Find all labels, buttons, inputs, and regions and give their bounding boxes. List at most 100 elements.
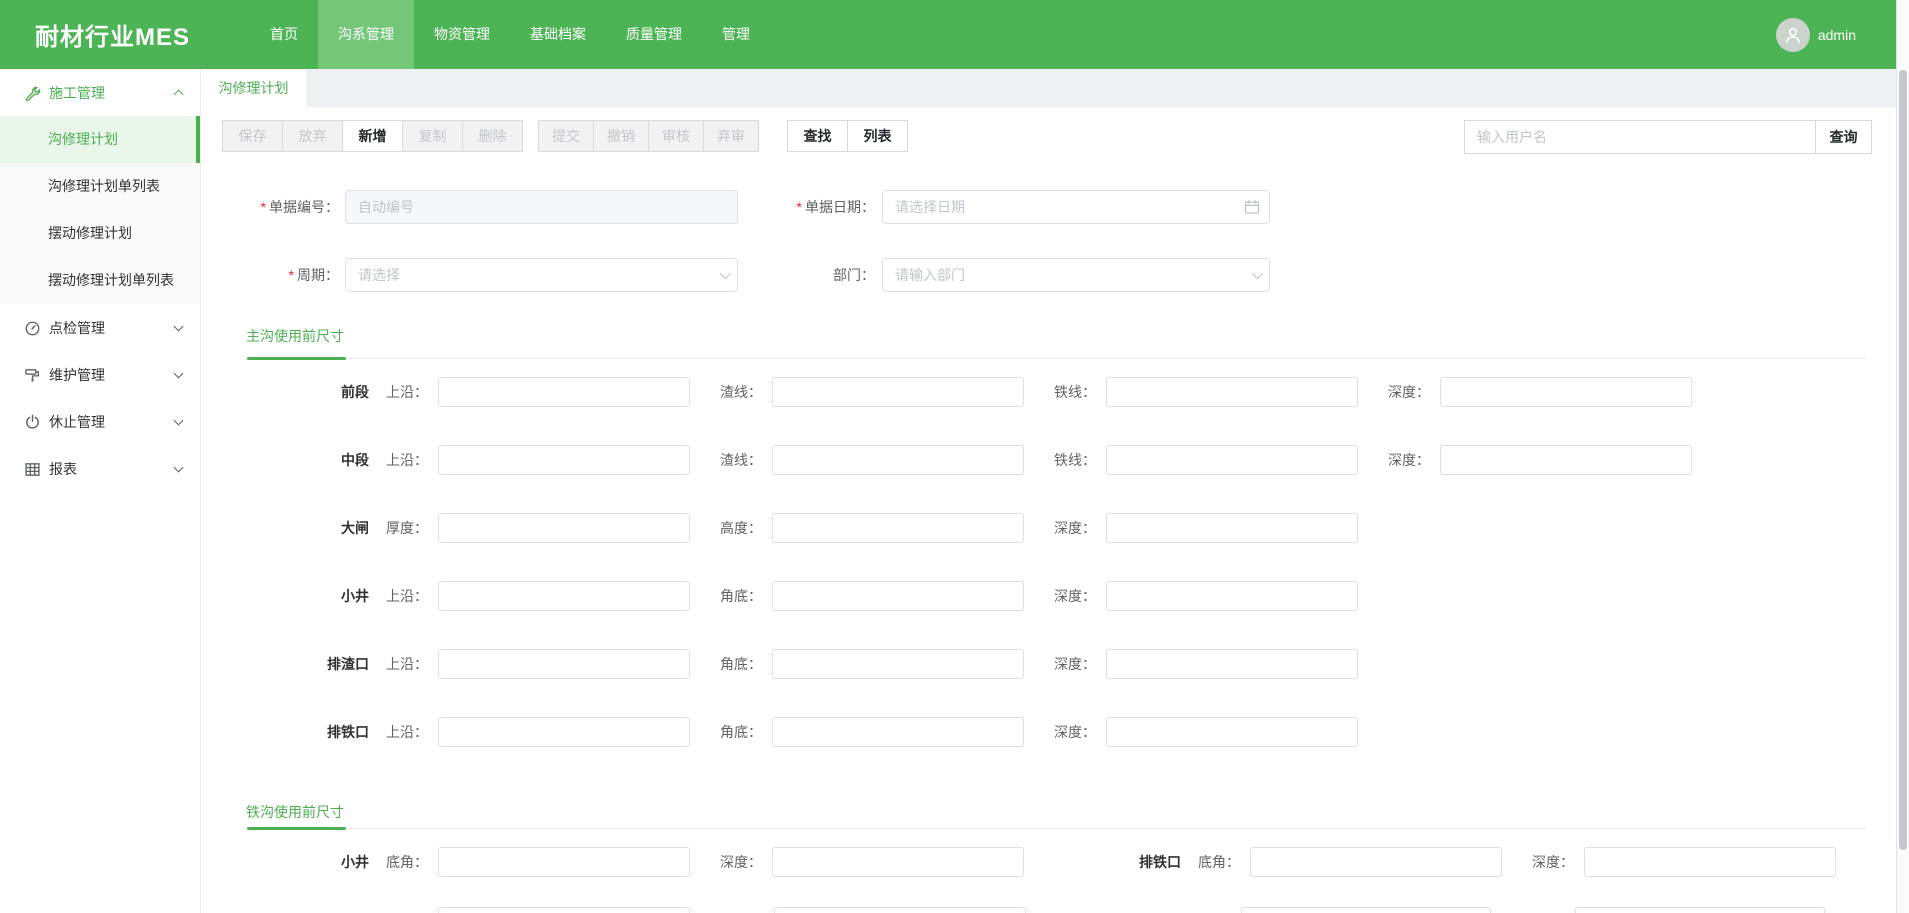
tab-gou-repair-plan[interactable]: 沟修理计划 [201,69,306,107]
nav-item-1[interactable]: 沟系管理 [318,0,414,69]
dim-input[interactable] [772,581,1024,611]
dim-row-排渣口: 排渣口上沿：角底：深度： [249,649,1896,679]
dim-input[interactable] [1575,907,1825,913]
dim-input[interactable] [1106,581,1358,611]
chevron-down-icon [174,462,184,472]
search-input[interactable] [1464,120,1815,154]
dim-field-label: 角底： [703,717,772,747]
dim-field: 渣线： [703,377,1024,407]
sidebar-group-4[interactable]: 报表 [0,445,200,492]
dim-field-label: 深度： [1371,445,1440,475]
avatar[interactable] [1776,18,1810,52]
sidebar-item-0-2[interactable]: 摆动修理计划 [0,210,200,257]
dim-input[interactable] [772,445,1024,475]
dim-input[interactable] [438,717,690,747]
dim-input[interactable] [438,649,690,679]
sidebar-group-label: 点检管理 [49,318,175,338]
date-input[interactable] [882,190,1270,224]
toolbar-search: 查询 [1464,120,1872,154]
dim-input[interactable] [1440,377,1692,407]
list-button[interactable]: 列表 [847,120,908,152]
partial-row [249,907,1896,913]
sidebar-group-3[interactable]: 休止管理 [0,398,200,445]
dim-input[interactable] [1106,513,1358,543]
find-button[interactable]: 查找 [787,120,848,152]
toolbar-group-1: 保存放弃新增复制删除 [222,120,523,154]
dim-field: 深度： [1037,581,1358,611]
form-area: *单据编号：*单据日期：*周期：部门：主沟使用前尺寸前段上沿：渣线：铁线：深度：… [201,190,1896,913]
chevron-down-icon [720,271,728,279]
add-button[interactable]: 新增 [342,120,403,152]
group-label: 排渣口 [249,649,369,679]
dim-field: 角底： [703,717,1024,747]
group-label: 小井 [249,847,369,877]
user-menu[interactable]: admin [1776,0,1856,69]
dim-input[interactable] [1106,649,1358,679]
gauge-icon [24,320,40,336]
select-input[interactable] [345,258,738,292]
dim-input[interactable] [772,377,1024,407]
scrollbar-thumb[interactable] [1899,70,1907,850]
dim-field: 上沿： [369,649,690,679]
chevron-up-icon [174,90,184,100]
dim-field-label: 深度： [1037,513,1106,543]
section-header: 铁沟使用前尺寸 [246,802,1866,829]
sidebar-group-0[interactable]: 施工管理 [0,69,200,116]
dim-input[interactable] [1584,847,1836,877]
select-input[interactable] [882,258,1270,292]
revoke-button: 撤销 [593,120,649,152]
field-label: *单据日期： [738,190,882,224]
nav-item-0[interactable]: 首页 [250,0,318,69]
dim-field-label: 角底： [703,649,772,679]
power-icon [24,414,40,430]
sidebar-group-label: 维护管理 [49,365,175,385]
sidebar-group-label: 施工管理 [49,83,175,103]
required-asterisk: * [261,199,266,215]
dim-input[interactable] [438,445,690,475]
nav-item-5[interactable]: 管理 [702,0,770,69]
dim-input[interactable] [772,513,1024,543]
dim-input[interactable] [1106,717,1358,747]
dim-input[interactable] [772,717,1024,747]
dim-field: 上沿： [369,581,690,611]
dim-input[interactable] [438,377,690,407]
dim-field: 底角： [369,847,690,877]
sidebar-group-2[interactable]: 维护管理 [0,351,200,398]
sidebar-item-0-3[interactable]: 摆动修理计划单列表 [0,257,200,304]
dim-field-label: 高度： [703,513,772,543]
dim-input[interactable] [1250,847,1502,877]
sidebar-item-0-0[interactable]: 沟修理计划 [0,116,200,163]
dim-field-label: 深度： [1037,717,1106,747]
dim-field-label: 深度： [703,847,772,877]
vertical-scrollbar[interactable] [1896,0,1909,913]
field-date [882,190,1270,224]
nav-item-2[interactable]: 物资管理 [414,0,510,69]
dim-input[interactable] [1106,445,1358,475]
dim-field: 底角： [1181,847,1502,877]
sidebar-item-0-1[interactable]: 沟修理计划单列表 [0,163,200,210]
delete-button: 删除 [462,120,523,152]
dim-input[interactable] [438,847,690,877]
dim-input[interactable] [438,907,690,913]
dim-field: 深度： [1371,445,1692,475]
dim-input[interactable] [1106,377,1358,407]
section-header: 主沟使用前尺寸 [246,326,1866,359]
query-button[interactable]: 查询 [1815,120,1872,154]
dim-field-label: 上沿： [369,717,438,747]
tab-strip: 沟修理计划 [201,69,1896,107]
sidebar-group-label: 休止管理 [49,412,175,432]
nav-item-4[interactable]: 质量管理 [606,0,702,69]
dim-input[interactable] [772,847,1024,877]
dim-input[interactable] [1440,445,1692,475]
wrench-icon [24,85,40,101]
form-top-row-1: *单据编号：*单据日期： [245,190,1896,224]
sidebar-group-1[interactable]: 点检管理 [0,304,200,351]
dim-input[interactable] [438,581,690,611]
dim-input[interactable] [772,649,1024,679]
section-title: 主沟使用前尺寸 [246,326,344,346]
dim-input[interactable] [774,907,1026,913]
nav-item-3[interactable]: 基础档案 [510,0,606,69]
dim-field-label: 上沿： [369,581,438,611]
dim-input[interactable] [438,513,690,543]
dim-input[interactable] [1241,907,1491,913]
